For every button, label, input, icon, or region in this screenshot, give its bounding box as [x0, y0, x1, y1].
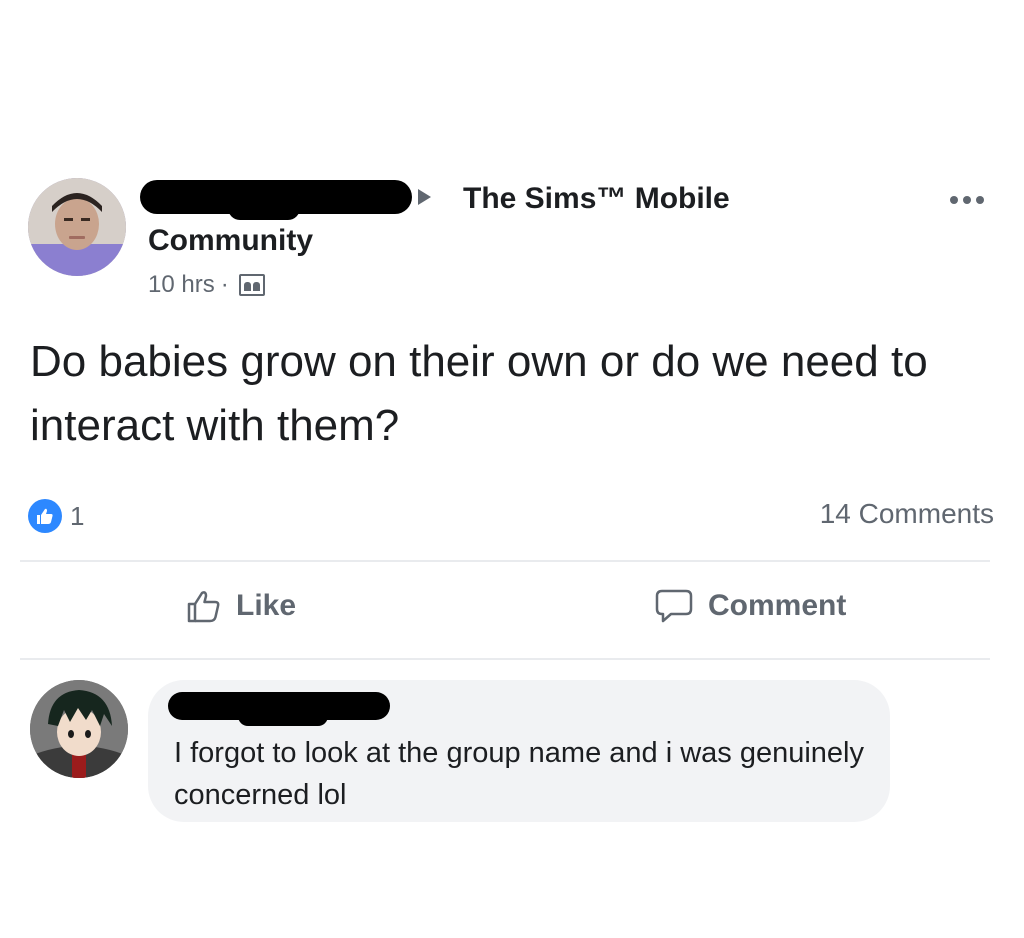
group-icon: [238, 274, 265, 296]
like-button[interactable]: Like: [186, 588, 296, 624]
redacted-commenter-name-mark: [238, 706, 328, 726]
post-time[interactable]: 10 hrs: [148, 268, 215, 302]
divider-top: [20, 560, 990, 562]
group-name-suffix[interactable]: Community: [148, 222, 313, 260]
group-name[interactable]: The Sims™ Mobile: [463, 180, 730, 218]
divider-bottom: [20, 658, 990, 660]
comment-button[interactable]: Comment: [654, 588, 846, 624]
commenter-avatar[interactable]: [30, 680, 128, 778]
more-dots-icon[interactable]: [950, 196, 984, 204]
comment-bubble-icon: [655, 589, 693, 623]
meta-separator: ·: [220, 271, 229, 298]
like-label: Like: [236, 589, 297, 622]
reaction-count[interactable]: 1: [70, 498, 84, 534]
post-text: Do babies grow on their own or do we nee…: [30, 337, 928, 450]
post-meta: 10 hrs ·: [148, 268, 265, 302]
comment-text: I forgot to look at the group name and i…: [174, 737, 864, 811]
poster-avatar[interactable]: [28, 178, 126, 276]
thumbs-up-outline-icon: [187, 591, 220, 623]
thumbs-up-icon[interactable]: [28, 499, 62, 533]
comment-label: Comment: [708, 589, 847, 622]
right-triangle-icon: [418, 189, 431, 205]
comment-count[interactable]: 14 Comments: [820, 494, 994, 534]
redacted-poster-name-mark: [228, 196, 300, 220]
